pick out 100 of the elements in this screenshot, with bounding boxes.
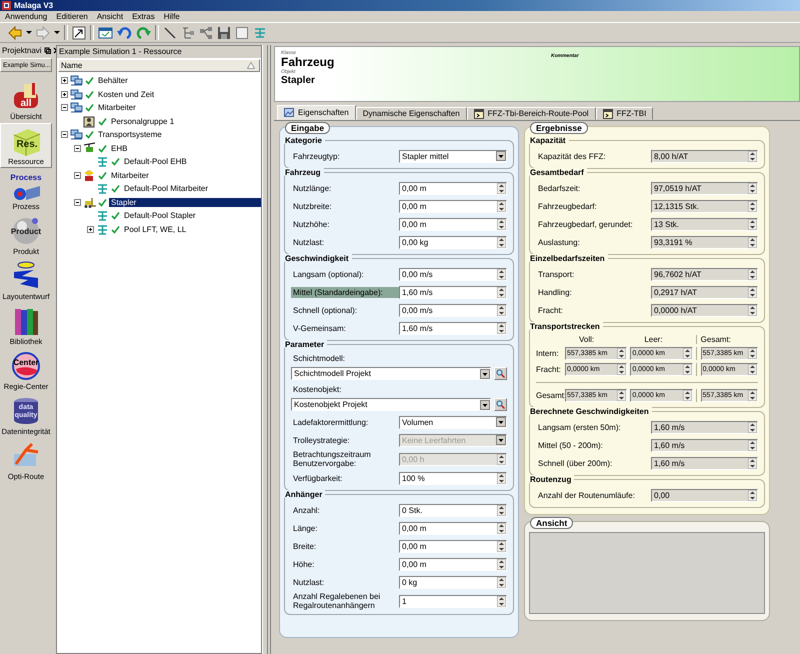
spinner-button[interactable] [617,364,626,375]
menu-item[interactable]: Editieren [56,12,88,21]
tab[interactable]: Eigenschaften [277,105,356,120]
dropdown-field[interactable]: Schichtmodell Projekt [291,367,491,380]
spinner-button[interactable] [497,558,506,570]
spinner-button[interactable] [497,322,506,334]
tree-item[interactable]: Default-Pool Stapler [122,211,198,220]
tree-item[interactable]: Pool LFT, WE, LL [122,224,188,234]
spin-field[interactable]: 0,00 [651,488,758,502]
dropdown-field[interactable]: Kostenobjekt Projekt [291,398,491,411]
spinner-button[interactable] [497,540,506,552]
tree-item[interactable]: Default-Pool Mitarbeiter [122,184,210,194]
spinner-button[interactable] [682,348,692,359]
spinner-button[interactable] [497,472,506,484]
spinner-button[interactable] [748,458,757,468]
spin-field[interactable]: 1,60 m/s [399,286,507,298]
spinner-button[interactable] [497,504,506,516]
spinner-button[interactable] [497,576,506,588]
spin-field[interactable]: 0,00 m [399,200,507,212]
spinner-button[interactable] [748,422,757,432]
spinner-button[interactable] [497,268,506,280]
spin-field[interactable]: 1,60 m/s [399,322,507,334]
menu-item[interactable]: Hilfe [164,12,180,21]
left-arrow-icon[interactable] [8,26,22,40]
lookup-button[interactable] [494,367,507,380]
spinner-button[interactable] [497,304,506,316]
tab[interactable]: FFZ-Tbi-Bereich-Route-Pool [466,107,596,120]
spinner-button[interactable] [497,596,506,606]
tab[interactable]: FFZ-TBI [596,107,654,120]
spin-field[interactable]: 1,60 m/s [651,420,758,434]
tree-item[interactable]: Stapler [109,198,261,207]
spin-field[interactable]: 0,2917 h/AT [651,286,758,298]
spin-field[interactable]: 0,00 m [399,218,507,230]
spinner-button[interactable] [497,182,506,194]
spin-field[interactable]: 0,00 m [399,540,507,552]
tree-item[interactable]: Kosten und Zeit [96,90,156,99]
expand-toggle[interactable] [87,226,94,233]
spinner-button[interactable] [617,390,626,401]
form-icon[interactable] [98,26,113,40]
nodes-icon[interactable] [199,26,213,40]
spin-field[interactable]: 12,1315 Stk. [651,200,758,212]
tree-item[interactable]: Transportsysteme [96,130,164,140]
spinner-button[interactable] [748,236,757,248]
spin-field[interactable]: 0,00 m [399,558,507,570]
spinner-button[interactable] [497,522,506,534]
spin-field[interactable]: 1,60 m/s [651,456,758,470]
spinner-button[interactable] [682,390,692,401]
spinner-button[interactable] [748,364,757,375]
menu-item[interactable]: Anwendung [5,12,48,21]
spinner-button[interactable] [748,390,757,401]
dropdown-button[interactable] [480,368,490,378]
tree-item[interactable]: Personalgruppe 1 [109,116,176,126]
spin-field[interactable]: 0,0000 h/AT [651,304,758,316]
menu-item[interactable]: Extras [132,12,155,21]
spinner-button[interactable] [748,150,757,162]
spin-field[interactable]: 0 kg [399,576,507,588]
expand-toggle[interactable] [61,131,68,138]
spin-field[interactable]: 13 Stk. [651,218,758,230]
expand-toggle[interactable] [61,77,68,84]
line-icon[interactable] [163,26,177,40]
spin-field[interactable]: 100 % [399,472,507,484]
tree-item[interactable]: EHB [109,144,130,153]
expand-toggle[interactable] [61,90,68,98]
spinner-button[interactable] [748,348,757,359]
resize-icon[interactable] [72,26,86,40]
spinner-button[interactable] [497,200,506,212]
tab[interactable]: Dynamische Eigenschaften [356,107,467,120]
spinner-button[interactable] [497,218,506,230]
spin-field[interactable]: 0,00 m/s [399,268,507,280]
spinner-button[interactable] [748,182,757,194]
spin-field[interactable]: 0,00 m [399,182,507,194]
dropdown-field[interactable]: Volumen [399,416,507,428]
expand-toggle[interactable] [74,144,81,152]
dropdown-field[interactable]: Stapler mittel [399,150,507,162]
spinner-button[interactable] [748,200,757,212]
spin-field[interactable]: 0 Stk. [399,504,507,516]
expand-toggle[interactable] [61,104,68,112]
spinner-button[interactable] [748,304,757,316]
tree-icon[interactable] [181,26,195,40]
spinner-button[interactable] [748,286,757,298]
menu-item[interactable]: Ansicht [96,12,124,21]
pin-icon[interactable] [44,47,51,54]
tree-item[interactable]: Default-Pool EHB [122,157,189,166]
spin-field[interactable]: 1 [399,594,507,608]
spinner-button[interactable] [682,364,692,375]
undo-icon[interactable] [117,26,132,40]
spin-field[interactable]: 8,00 h/AT [651,150,758,162]
dropdown-button[interactable] [496,151,506,161]
tree-item[interactable]: Mitarbeiter [96,103,138,112]
tree-item[interactable]: Behälter [96,76,130,86]
expand-toggle[interactable] [74,198,81,206]
spinner-button[interactable] [497,236,506,248]
dropdown-button[interactable] [480,400,490,410]
spin-field[interactable]: 96,7602 h/AT [651,268,758,280]
column-header[interactable]: Name [58,59,260,72]
spin-field[interactable]: 0,00 m/s [399,304,507,316]
dropdown-button[interactable] [496,417,506,427]
spin-field[interactable]: 97,0519 h/AT [651,182,758,194]
spinner-button[interactable] [748,440,757,450]
spin-field[interactable]: 0,00 m [399,522,507,534]
